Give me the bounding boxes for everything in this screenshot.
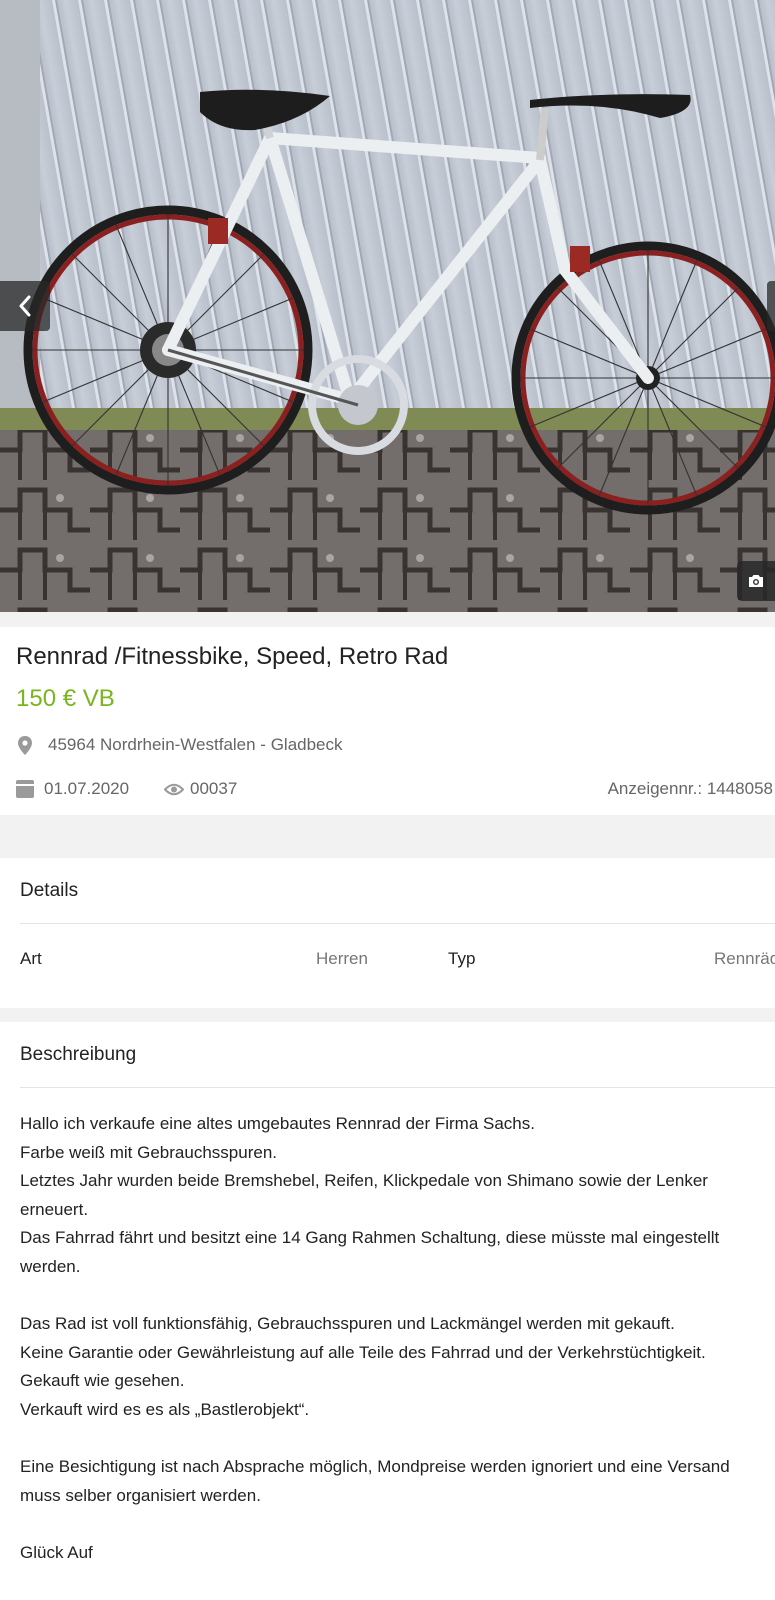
ad-price: 150 € VB [16, 685, 115, 712]
details-title: Details [20, 880, 79, 901]
description-blank-line [20, 1282, 772, 1311]
description-line: Verkauft wird es es als „Bastlerobjekt“. [20, 1399, 310, 1419]
description-blank-line [20, 1425, 772, 1454]
listing-photo [0, 0, 775, 612]
views-item: 00037 [164, 779, 237, 799]
chevron-left-icon [19, 295, 31, 317]
ad-views: 00037 [190, 779, 238, 798]
detail-value-art: Herren [316, 949, 368, 968]
details-section: Details Art Herren Typ Rennräder [0, 858, 775, 1008]
detail-value-typ: Rennräder [714, 949, 775, 968]
description-blank-line [20, 1510, 772, 1539]
gallery-camera-button[interactable] [737, 561, 775, 601]
eye-icon [164, 783, 184, 795]
section-spacer [0, 1008, 775, 1022]
description-line: Gekauft wie gesehen. [20, 1371, 185, 1391]
ad-title: Rennrad /Fitnessbike, Speed, Retro Rad [16, 643, 449, 670]
meta-row: 01.07.2020 00037 Anzeigennr.: 1448058 [16, 779, 775, 801]
description-line: Das Fahrrad fährt und besitzt eine 14 Ga… [20, 1228, 720, 1276]
date-item: 01.07.2020 [16, 779, 129, 799]
description-line: Das Rad ist voll funktionsfähig, Gebrauc… [20, 1314, 675, 1334]
divider [20, 1087, 775, 1088]
description-line: Glück Auf [20, 1542, 93, 1562]
description-line: Hallo ich verkaufe eine altes umgebautes… [20, 1114, 535, 1133]
description-text: Hallo ich verkaufe eine altes umgebautes… [20, 1110, 772, 1568]
description-line: Eine Besichtigung ist nach Absprache mög… [20, 1457, 730, 1505]
description-line: Farbe weiß mit Gebrauchsspuren. [20, 1142, 277, 1162]
gallery-spacer [0, 612, 775, 627]
ad-date: 01.07.2020 [44, 779, 130, 798]
detail-label-art: Art [20, 949, 42, 968]
ad-header: Rennrad /Fitnessbike, Speed, Retro Rad 1… [0, 627, 775, 815]
calendar-icon [16, 780, 34, 798]
ad-number: Anzeigennr.: 1448058 [607, 779, 773, 798]
map-pin-icon [18, 735, 32, 755]
location-row[interactable]: 45964 Nordrhein-Westfalen - Gladbeck [18, 735, 343, 755]
description-line: Keine Garantie oder Gewährleistung auf a… [20, 1342, 706, 1362]
gallery-prev-button[interactable] [0, 281, 50, 331]
description-line: Letztes Jahr wurden beide Bremshebel, Re… [20, 1171, 708, 1219]
image-gallery[interactable] [0, 0, 775, 612]
description-title: Beschreibung [20, 1044, 137, 1065]
section-spacer [0, 815, 775, 858]
description-section: Beschreibung Hallo ich verkaufe eine alt… [0, 1022, 775, 1600]
detail-label-typ: Typ [448, 949, 476, 968]
camera-icon [749, 575, 763, 587]
divider [20, 923, 775, 924]
gallery-next-button[interactable] [767, 281, 775, 331]
ad-location: 45964 Nordrhein-Westfalen - Gladbeck [48, 735, 343, 754]
